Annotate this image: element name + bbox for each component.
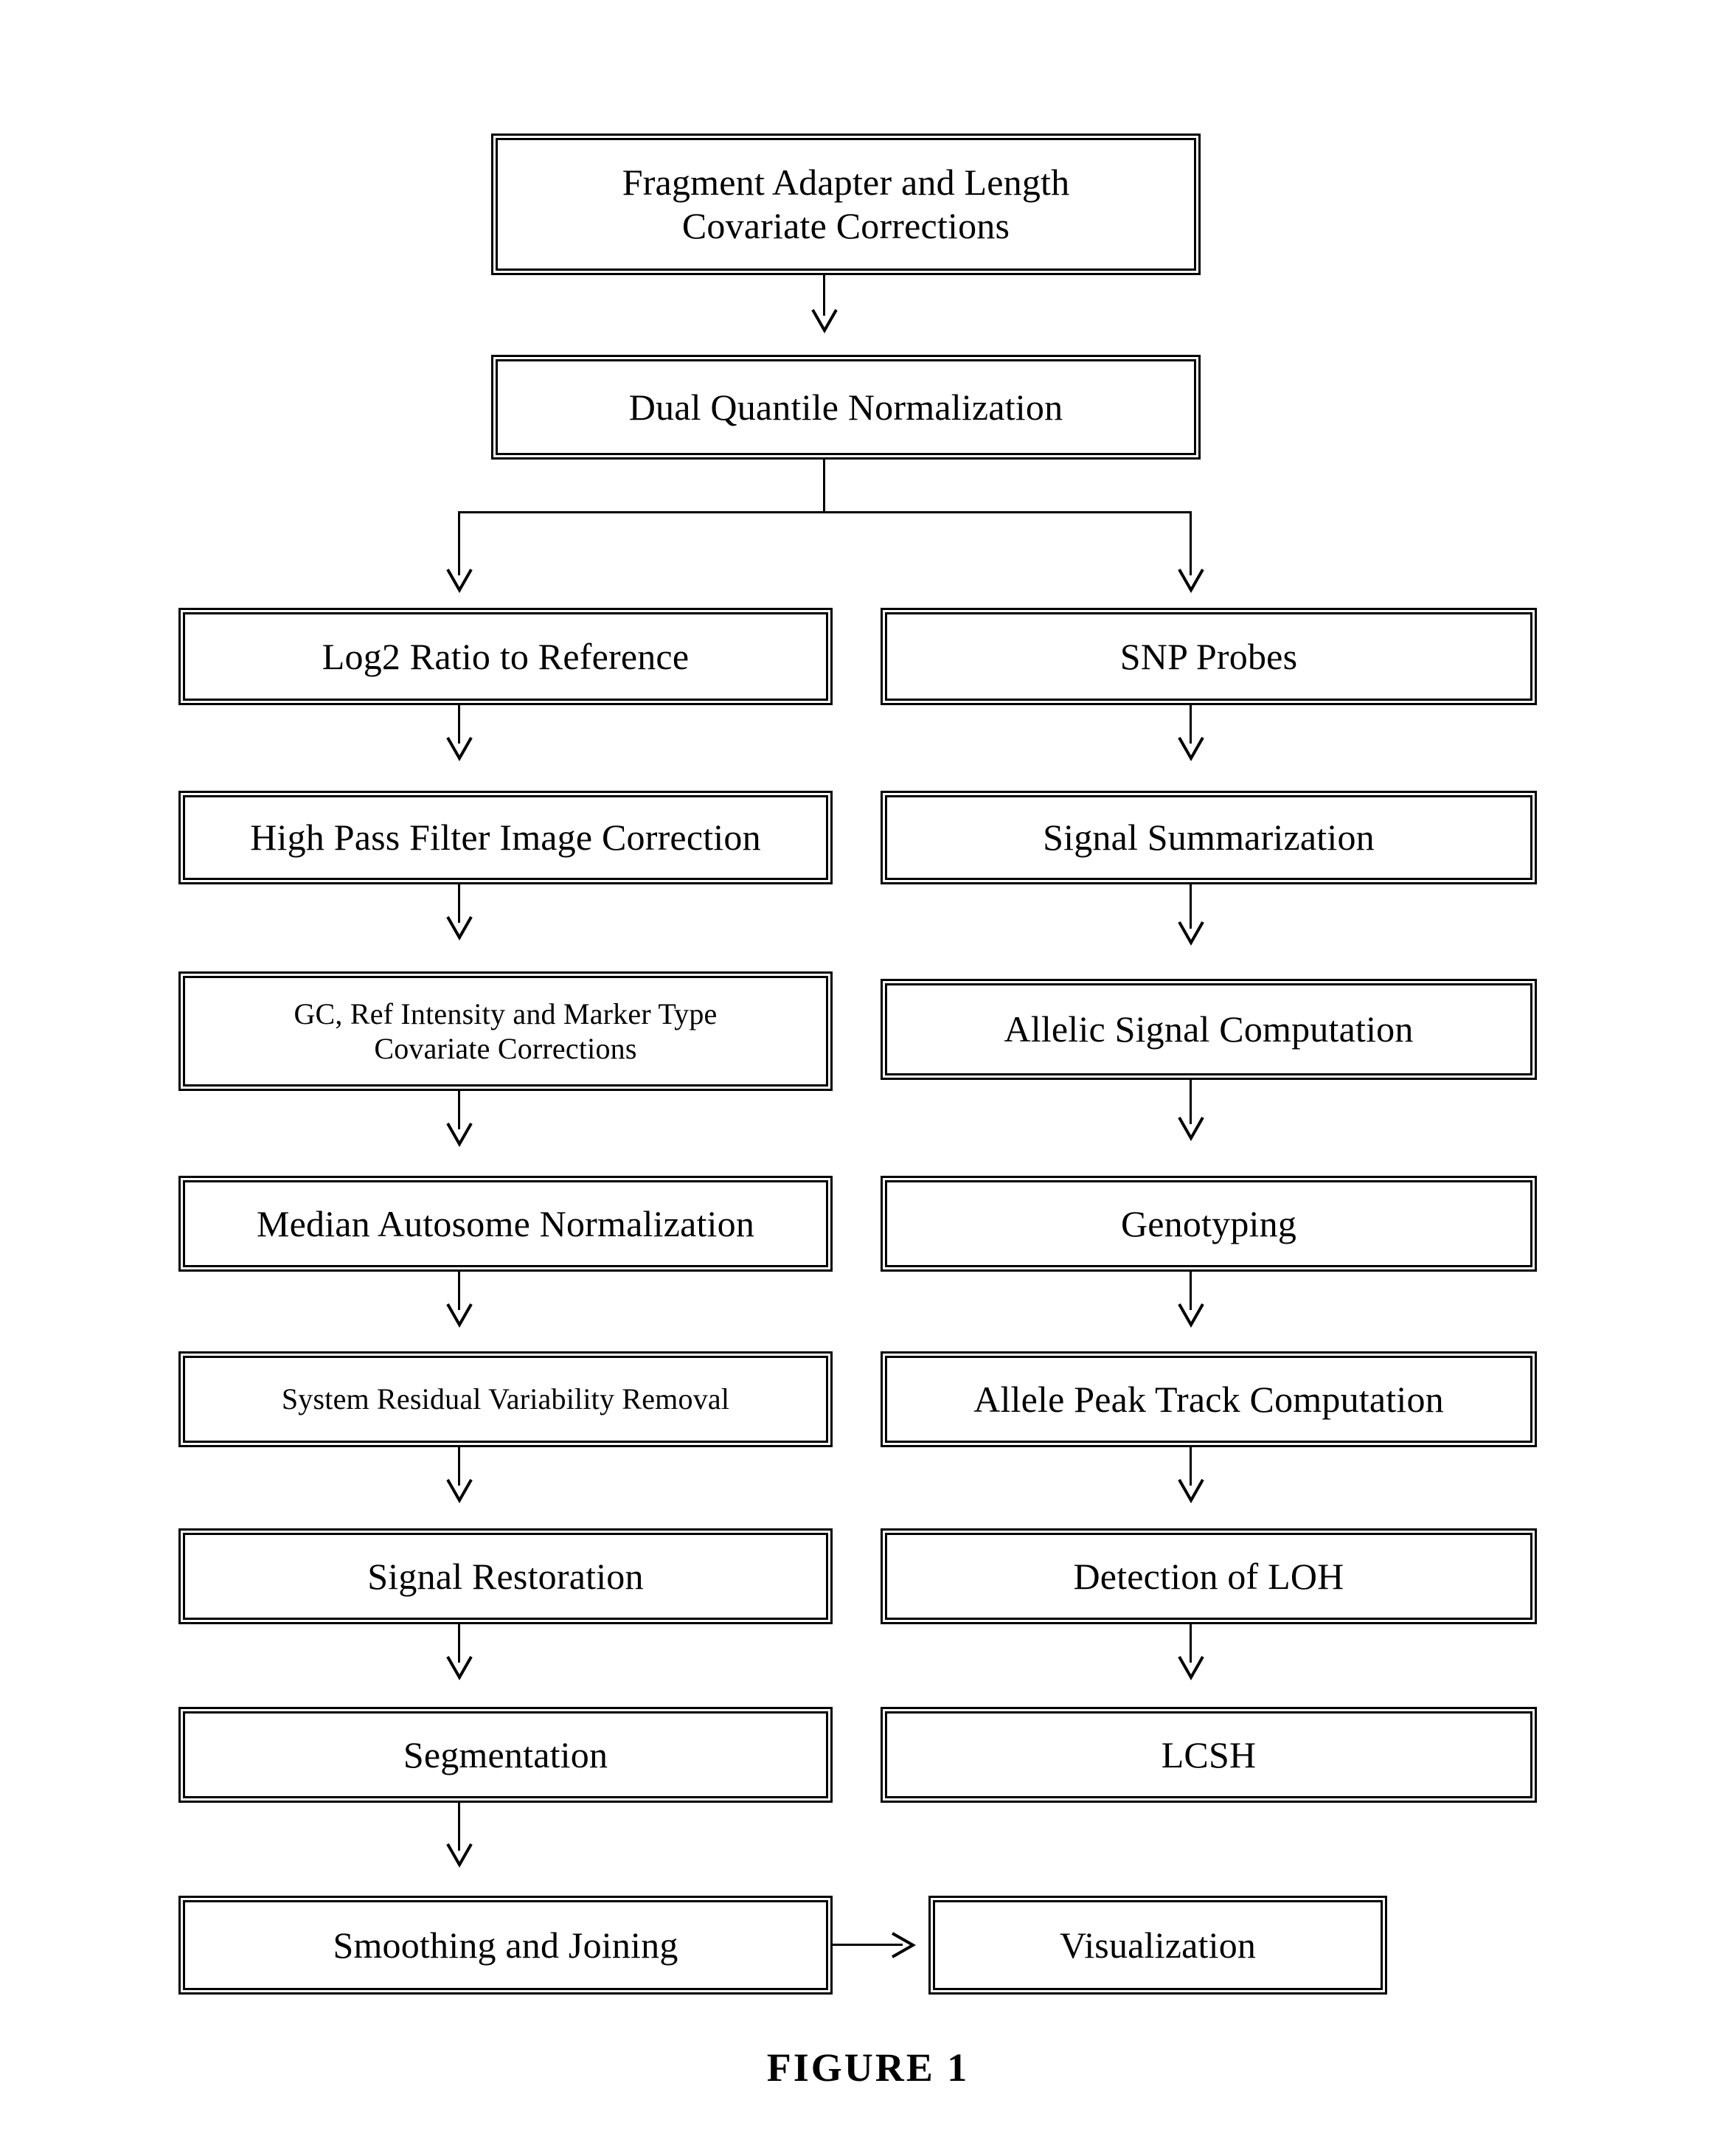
node-signal-restoration: Signal Restoration <box>178 1528 833 1624</box>
arrowhead-down <box>1176 736 1206 762</box>
arrowhead-down <box>1176 1478 1206 1504</box>
node-median-autosome-normalization: Median Autosome Normalization <box>178 1176 833 1272</box>
node-label: System Residual Variability Removal <box>281 1382 730 1416</box>
arrowhead-down <box>1176 921 1206 946</box>
arrowhead-down <box>445 568 474 594</box>
node-segmentation: Segmentation <box>178 1707 833 1803</box>
node-label: Visualization <box>1059 1924 1257 1966</box>
arrowhead-down <box>445 1843 474 1868</box>
node-allelic-signal-computation: Allelic Signal Computation <box>881 979 1537 1080</box>
arrowhead-down <box>445 915 474 941</box>
node-label: Dual Quantile Normalization <box>628 386 1063 428</box>
node-label: Fragment Adapter and Length Covariate Co… <box>622 162 1070 246</box>
arrowhead-down <box>445 1122 474 1148</box>
arrowhead-down <box>1176 568 1206 594</box>
arrowhead-down <box>1176 1655 1206 1681</box>
connector-split-right-drop <box>1190 511 1192 575</box>
node-signal-summarization: Signal Summarization <box>881 791 1537 884</box>
node-label: Signal Restoration <box>367 1555 644 1597</box>
connector-dual-split-bus <box>458 511 1192 513</box>
node-label: Smoothing and Joining <box>333 1924 678 1966</box>
arrowhead-down <box>445 1303 474 1328</box>
connector-dual-split-stem <box>823 460 825 513</box>
node-label: Signal Summarization <box>1043 817 1375 858</box>
node-label: Allele Peak Track Computation <box>973 1378 1444 1420</box>
arrowhead-down <box>445 1655 474 1681</box>
node-allele-peak-track-computation: Allele Peak Track Computation <box>881 1351 1537 1447</box>
node-snp-probes: SNP Probes <box>881 608 1537 705</box>
flowchart-canvas: Fragment Adapter and Length Covariate Co… <box>0 0 1736 2131</box>
node-fragment-adapter-corrections: Fragment Adapter and Length Covariate Co… <box>491 134 1201 275</box>
node-label: Segmentation <box>403 1733 608 1775</box>
arrowhead-down <box>445 736 474 762</box>
node-label: Detection of LOH <box>1073 1555 1344 1597</box>
figure-caption: FIGURE 1 <box>766 2045 970 2090</box>
node-detection-of-loh: Detection of LOH <box>881 1528 1537 1624</box>
node-label: Allelic Signal Computation <box>1004 1008 1414 1050</box>
node-label: GC, Ref Intensity and Marker Type Covari… <box>294 997 718 1065</box>
node-smoothing-and-joining: Smoothing and Joining <box>178 1896 833 1995</box>
node-label: SNP Probes <box>1119 635 1298 677</box>
arrowhead-down <box>1176 1116 1206 1142</box>
node-visualization: Visualization <box>928 1896 1387 1995</box>
node-gc-ref-intensity-marker-type: GC, Ref Intensity and Marker Type Covari… <box>178 971 833 1091</box>
node-label: Median Autosome Normalization <box>256 1202 755 1244</box>
arrowhead-down <box>1176 1303 1206 1328</box>
node-label: LCSH <box>1161 1733 1257 1775</box>
node-label: Genotyping <box>1120 1202 1297 1244</box>
node-lcsh: LCSH <box>881 1707 1537 1803</box>
node-label: High Pass Filter Image Correction <box>250 817 761 858</box>
node-label: Log2 Ratio to Reference <box>322 635 690 677</box>
node-high-pass-filter-image-correction: High Pass Filter Image Correction <box>178 791 833 884</box>
connector-split-left-drop <box>458 511 460 575</box>
node-genotyping: Genotyping <box>881 1176 1537 1272</box>
node-system-residual-variability-removal: System Residual Variability Removal <box>178 1351 833 1447</box>
arrowhead-down <box>810 308 839 334</box>
node-dual-quantile-normalization: Dual Quantile Normalization <box>491 355 1201 460</box>
arrowhead-down <box>445 1478 474 1504</box>
arrowhead-right <box>891 1930 917 1960</box>
node-log2-ratio-to-reference: Log2 Ratio to Reference <box>178 608 833 705</box>
